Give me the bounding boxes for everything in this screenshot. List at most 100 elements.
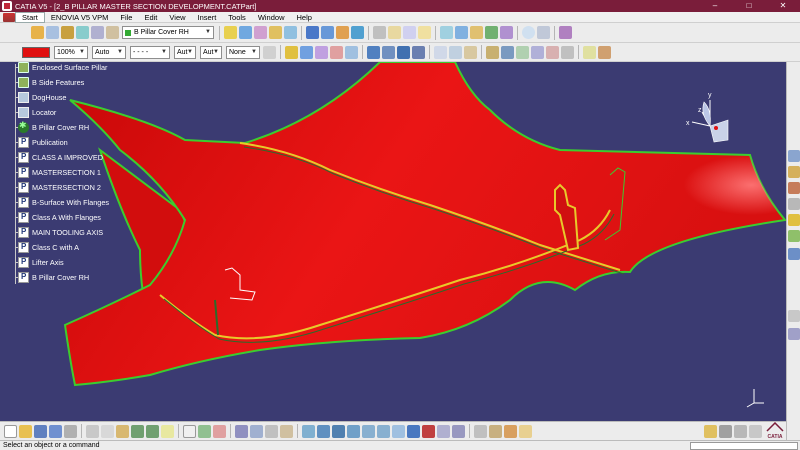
parameter-icon[interactable] [213, 424, 226, 438]
hide-show-icon[interactable] [437, 424, 450, 438]
tree-item-doghouse[interactable]: DogHouse [15, 91, 66, 104]
point-icon[interactable] [434, 45, 447, 59]
quick-select-icon[interactable] [504, 424, 517, 438]
catia-menu-logo-icon[interactable] [3, 12, 15, 22]
boundary-icon[interactable] [583, 45, 596, 59]
redo-icon[interactable] [146, 424, 159, 438]
thickness-icon[interactable] [382, 45, 395, 59]
whats-this-icon[interactable] [161, 424, 174, 438]
command-input[interactable] [690, 442, 798, 450]
scaling-icon[interactable] [531, 45, 544, 59]
tree-item-class-c-with-a[interactable]: Class C with A [15, 241, 79, 254]
analysis-icon[interactable] [788, 182, 800, 194]
shaft-icon[interactable] [315, 45, 328, 59]
scan-icon[interactable] [788, 248, 800, 260]
draft-icon[interactable] [397, 45, 410, 59]
update-icon[interactable] [788, 310, 800, 322]
extrude-icon[interactable] [224, 26, 237, 39]
connect-curve-icon[interactable] [455, 26, 468, 39]
compass-widget[interactable]: x y z [672, 88, 742, 148]
grid-icon[interactable] [265, 424, 278, 438]
knowledge-icon[interactable] [198, 424, 211, 438]
spline-icon[interactable] [449, 45, 462, 59]
menu-start[interactable]: Start [15, 11, 45, 23]
wireframe-icon[interactable] [367, 45, 380, 59]
intersection-icon[interactable] [485, 26, 498, 39]
zoom-out-icon[interactable] [377, 424, 390, 438]
helix-icon[interactable] [464, 45, 477, 59]
pan-icon[interactable] [332, 424, 345, 438]
blend-icon[interactable] [336, 26, 349, 39]
rotate-icon[interactable] [501, 45, 514, 59]
shading-icon[interactable] [422, 424, 435, 438]
groove-icon[interactable] [330, 45, 343, 59]
search-icon[interactable] [519, 424, 532, 438]
fit-all-icon[interactable] [317, 424, 330, 438]
menu-view[interactable]: View [163, 12, 191, 23]
menu-window[interactable]: Window [252, 12, 291, 23]
tree-item-b-surface-with-flanges[interactable]: B-Surface With Flanges [15, 196, 109, 209]
save-icon[interactable] [34, 424, 47, 438]
geometry-icon[interactable] [250, 424, 263, 438]
formula-fx-icon[interactable] [183, 424, 196, 438]
render-style-selector[interactable]: None ▼ [226, 45, 260, 59]
tree-item-b-pillar-cover-rh-body[interactable]: B Pillar Cover RH [15, 120, 89, 134]
layers-icon[interactable] [489, 424, 502, 438]
normal-view-icon[interactable] [392, 424, 405, 438]
photo-icon[interactable] [734, 424, 747, 438]
line-thickness-selector[interactable]: Auto ▼ [92, 45, 126, 59]
menu-help[interactable]: Help [291, 12, 318, 23]
iso-view-icon[interactable] [407, 424, 420, 438]
apply-material-icon[interactable] [788, 230, 800, 242]
hole-icon[interactable] [345, 45, 358, 59]
undo-icon[interactable] [131, 424, 144, 438]
spec-tree-icon[interactable] [235, 424, 248, 438]
menu-tools[interactable]: Tools [222, 12, 252, 23]
apply-material-bottom-icon[interactable] [704, 424, 717, 438]
polyline-icon[interactable] [537, 26, 550, 39]
transparency-selector[interactable]: 100% ▼ [54, 45, 88, 59]
measure-icon[interactable] [788, 166, 800, 178]
color-picker[interactable] [22, 46, 50, 58]
corner-icon[interactable] [440, 26, 453, 39]
projection-icon[interactable] [470, 26, 483, 39]
tree-item-publication[interactable]: Publication [15, 136, 68, 149]
spin-icon[interactable] [749, 424, 762, 438]
format-painter-icon[interactable] [263, 45, 276, 59]
circle-icon[interactable] [522, 26, 535, 39]
fly-mode-icon[interactable] [302, 424, 315, 438]
ordered-geoset-icon[interactable] [106, 26, 119, 39]
offset-icon[interactable] [284, 26, 297, 39]
formula-icon[interactable] [788, 214, 800, 226]
sweep-icon[interactable] [306, 26, 319, 39]
multisection-icon[interactable] [351, 26, 364, 39]
body-selector[interactable]: B Pillar Cover RH ▼ [122, 26, 214, 39]
paste-icon[interactable] [116, 424, 129, 438]
tree-item-class-a-improved[interactable]: CLASS A IMPROVED [15, 151, 103, 164]
tree-item-locator[interactable]: Locator [15, 106, 56, 119]
plane-icon[interactable] [418, 26, 431, 39]
split-icon[interactable] [388, 26, 401, 39]
tree-item-class-a-with-flanges[interactable]: Class A With Flanges [15, 211, 101, 224]
macro-icon[interactable] [788, 328, 800, 340]
pad-icon[interactable] [285, 45, 298, 59]
sphere-icon[interactable] [254, 26, 267, 39]
tree-item-main-tooling-axis[interactable]: MAIN TOOLING AXIS [15, 226, 103, 239]
hand-icon[interactable] [31, 26, 44, 39]
menu-insert[interactable]: Insert [192, 12, 223, 23]
line-icon[interactable] [403, 26, 416, 39]
switch-icon[interactable] [76, 26, 89, 39]
snap-icon[interactable] [280, 424, 293, 438]
fill-icon[interactable] [321, 26, 334, 39]
define-body-icon[interactable] [61, 26, 74, 39]
cylinder-icon[interactable] [269, 26, 282, 39]
rotate-view-icon[interactable] [347, 424, 360, 438]
revolve-icon[interactable] [239, 26, 252, 39]
affinity-icon[interactable] [546, 45, 559, 59]
layer-selector[interactable]: Aut ▼ [200, 45, 222, 59]
menu-edit[interactable]: Edit [138, 12, 163, 23]
swap-visible-icon[interactable] [452, 424, 465, 438]
quick-save-icon[interactable] [49, 424, 62, 438]
cut-icon[interactable] [86, 424, 99, 438]
tree-item-enclosed-surface-pillar[interactable]: Enclosed Surface Pillar [15, 61, 107, 74]
